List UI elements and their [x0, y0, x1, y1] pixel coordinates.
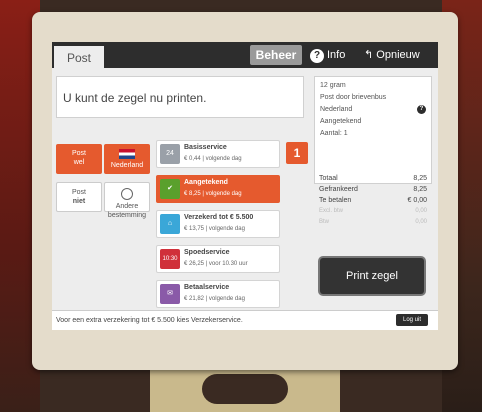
te-betalen-label: Te betalen — [319, 197, 352, 204]
summary-destination-row: Nederland? — [320, 104, 426, 116]
row-btw: Btw 0,00 — [319, 217, 427, 228]
summary-quantity: Aantal: 1 — [320, 130, 348, 137]
service-price: € 26,25 | voor 10.30 uur — [184, 261, 248, 267]
service-price: € 0,44 | volgende dag — [184, 156, 242, 162]
totaal-value: 8,25 — [413, 175, 427, 182]
opnieuw-label: Opnieuw — [376, 49, 420, 61]
row-te-betalen: Te betalen € 0,00 — [319, 195, 427, 206]
shield-icon: ⌂ — [160, 214, 180, 234]
andere-line1: Andere — [115, 203, 139, 210]
post-wel-option[interactable]: Post wel — [56, 144, 102, 174]
service-name: Spoedservice — [184, 249, 230, 256]
check-icon: ✔ — [160, 179, 180, 199]
print-zegel-button[interactable]: Print zegel — [320, 258, 424, 294]
post-niet-line2: niet — [72, 198, 86, 205]
service-price: € 13,75 | volgende dag — [184, 226, 245, 232]
gefrankeerd-value: 8,25 — [413, 186, 427, 193]
service-verzekerd[interactable]: ⌂ Verzekerd tot € 5.500 € 13,75 | volgen… — [156, 210, 280, 238]
service-name: Aangetekend — [184, 179, 228, 186]
service-betaalservice[interactable]: ✉ Betaalservice € 21,82 | volgende dag — [156, 280, 280, 308]
country-label: Nederland — [110, 162, 144, 169]
country-nederland-option[interactable]: Nederland — [104, 144, 150, 174]
service-spoedservice[interactable]: 10:30 Spoedservice € 26,25 | voor 10.30 … — [156, 245, 280, 273]
tab-post[interactable]: Post — [54, 46, 104, 68]
footer-hint: Voor een extra verzekering tot € 5.500 k… — [52, 310, 438, 330]
logout-button[interactable]: Log uit — [396, 314, 428, 326]
service-name: Betaalservice — [184, 284, 230, 291]
te-betalen-value: € 0,00 — [407, 197, 427, 204]
summary-weight: 12 gram — [320, 82, 346, 89]
excl-value: 0,00 — [415, 208, 427, 214]
info-label: Info — [327, 49, 346, 61]
btw-value: 0,00 — [415, 219, 427, 225]
service-aangetekend[interactable]: ✔ Aangetekend € 8,25 | volgende dag — [156, 175, 280, 203]
service-basisservice[interactable]: 24 Basisservice € 0,44 | volgende dag — [156, 140, 280, 168]
tab-beheer[interactable]: Beheer — [250, 45, 302, 65]
stand-hole — [202, 374, 288, 404]
summary-destination: Nederland — [320, 106, 353, 113]
info-button[interactable]: ? Info — [310, 46, 360, 64]
row-gefrankeerd: Gefrankeerd 8,25 — [319, 184, 427, 195]
kiosk-screen: Post Beheer ? Info ↰ Opnieuw U kunt de ze… — [52, 42, 438, 330]
post-niet-line1: Post — [71, 189, 86, 196]
andere-line2: bestemming — [107, 212, 147, 219]
post-wel-line2: wel — [73, 159, 85, 166]
back-arrow-icon: ↰ — [364, 49, 377, 61]
service-price: € 8,25 | volgende dag — [184, 191, 242, 197]
opnieuw-button[interactable]: ↰ Opnieuw — [364, 46, 436, 64]
top-bar: Post Beheer ? Info ↰ Opnieuw — [52, 42, 438, 68]
service-price: € 21,82 | volgende dag — [184, 296, 245, 302]
envelope-icon: 10:30 — [160, 249, 180, 269]
row-totaal: Totaal 8,25 — [319, 173, 427, 184]
andere-bestemming-option[interactable]: Andere bestemming — [104, 182, 150, 219]
summary-service: Aangetekend — [320, 118, 362, 125]
row-excl-btw: Excl. btw 0,00 — [319, 206, 427, 217]
clock-icon: 24 — [160, 144, 180, 164]
payment-icon: ✉ — [160, 284, 180, 304]
totaal-label: Totaal — [319, 175, 338, 182]
post-niet-option[interactable]: Post niet — [56, 182, 102, 212]
excl-label: Excl. btw — [319, 208, 344, 214]
totals-panel: Totaal 8,25 Gefrankeerd 8,25 Te betalen € 0… — [314, 170, 432, 244]
service-name: Basisservice — [184, 144, 227, 151]
selected-count-badge: 1 — [286, 142, 308, 164]
btw-label: Btw — [319, 219, 330, 225]
service-name: Verzekerd tot € 5.500 — [184, 214, 254, 221]
monitor-stand — [150, 366, 340, 412]
gefrankeerd-label: Gefrankeerd — [319, 186, 358, 193]
message-box: U kunt de zegel nu printen. — [56, 76, 304, 118]
post-wel-line1: Post — [71, 150, 86, 157]
summary-delivery: Post door brievenbus — [320, 94, 387, 101]
globe-icon — [121, 188, 133, 200]
question-icon: ? — [310, 49, 324, 63]
help-icon[interactable]: ? — [417, 105, 426, 114]
order-summary: 12 gram Post door brievenbus Nederland? … — [314, 76, 432, 184]
dutch-flag-icon — [119, 149, 135, 159]
